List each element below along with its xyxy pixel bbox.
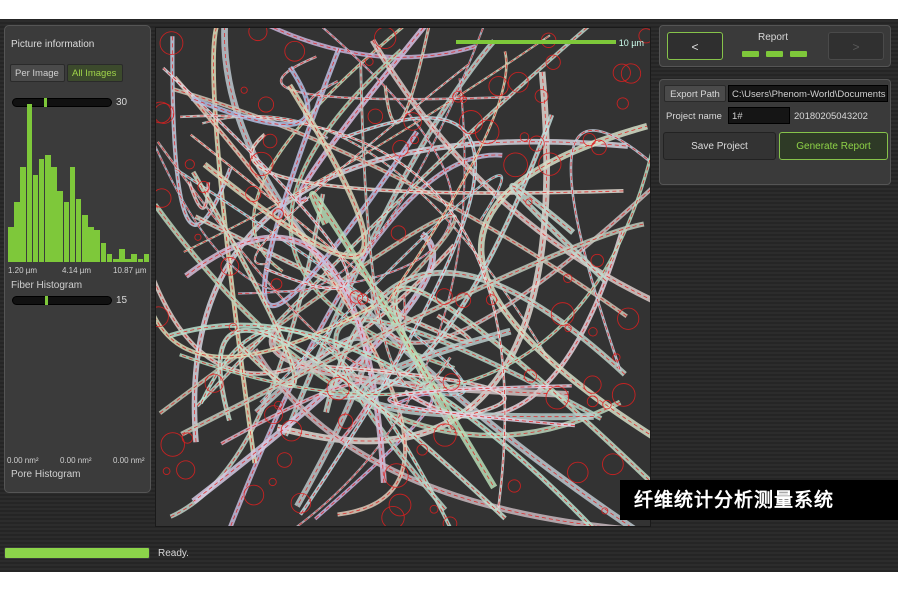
fiber-histogram-bar	[75, 198, 82, 262]
generate-report-button[interactable]: Generate Report	[779, 132, 888, 160]
fiber-histogram-bar	[63, 201, 70, 262]
pore-bin-slider[interactable]	[12, 296, 112, 305]
fiber-histogram-bar	[112, 258, 119, 262]
page-indicator-dot	[790, 51, 807, 57]
scale-bar-label: 10 µm	[618, 38, 644, 48]
page-indicator-dot	[766, 51, 783, 57]
pore-histogram-label: Pore Histogram	[11, 469, 81, 480]
report-title: Report	[758, 32, 789, 43]
pore-slider-thumb[interactable]	[45, 296, 49, 305]
sem-fiber-image[interactable]: 10 µm	[155, 27, 651, 527]
fiber-hist-tick-mid: 4.14 µm	[62, 266, 92, 275]
previous-button[interactable]: <	[667, 32, 723, 60]
caption-banner: 纤维统计分析测量系统	[620, 480, 898, 520]
project-name-label: Project name	[666, 111, 722, 122]
page-indicator-dot	[742, 51, 759, 57]
fiber-histogram-bar	[137, 258, 144, 262]
fiber-histogram-bar	[143, 254, 150, 262]
fiber-hist-tick-min: 1.20 µm	[8, 266, 38, 275]
fiber-histogram-bar	[88, 227, 94, 262]
fiber-histogram-bar	[38, 159, 45, 262]
fiber-histogram-label: Fiber Histogram	[11, 280, 83, 291]
pore-hist-tick-min: 0.00 nm²	[7, 456, 39, 465]
panel-title: Picture information	[11, 39, 95, 50]
fiber-histogram-bar	[14, 201, 20, 262]
fiber-histogram-bar	[119, 249, 125, 262]
pore-hist-tick-mid: 0.00 nm²	[60, 456, 92, 465]
fiber-histogram-bar	[26, 104, 33, 262]
fiber-histogram-bar	[131, 254, 138, 262]
project-id-text: 20180205043202	[794, 111, 868, 122]
report-navigation: < Report >	[659, 25, 891, 67]
project-name-input[interactable]: 1#	[728, 107, 790, 124]
status-text: Ready.	[158, 548, 189, 559]
fiber-histogram-bar	[32, 175, 39, 262]
next-button[interactable]: >	[828, 32, 884, 60]
fiber-histogram-bar	[20, 167, 26, 262]
fiber-histogram-bar	[100, 243, 107, 262]
fiber-histogram-bar	[125, 258, 131, 262]
fiber-histogram-bar	[82, 214, 88, 262]
all-images-toggle[interactable]: All Images	[67, 64, 123, 82]
fiber-histogram-bar	[8, 227, 14, 262]
fiber-histogram-bar	[51, 167, 57, 262]
fiber-histogram-bar	[106, 254, 113, 262]
report-settings-panel: Export Path C:\Users\Phenom-World\Docume…	[659, 79, 891, 185]
fiber-histogram-chart	[8, 104, 150, 262]
fiber-histogram-bar	[57, 190, 63, 262]
fiber-histogram-bar	[69, 167, 76, 262]
pore-hist-tick-max: 0.00 nm²	[113, 456, 145, 465]
save-project-button[interactable]: Save Project	[663, 132, 776, 160]
progress-bar	[4, 547, 150, 559]
fiber-hist-tick-max: 10.87 µm	[113, 266, 147, 275]
scale-bar	[456, 40, 616, 44]
picture-information-panel: Picture information Per Image All Images…	[4, 25, 151, 493]
fiber-histogram-bar	[94, 230, 100, 262]
fiber-image-drawing	[156, 28, 650, 526]
fiber-histogram-bar	[45, 154, 51, 262]
export-path-field[interactable]: C:\Users\Phenom-World\Documents	[728, 85, 888, 102]
per-image-toggle[interactable]: Per Image	[10, 64, 65, 82]
pore-bin-value: 15	[116, 295, 128, 306]
export-path-button[interactable]: Export Path	[664, 85, 726, 102]
